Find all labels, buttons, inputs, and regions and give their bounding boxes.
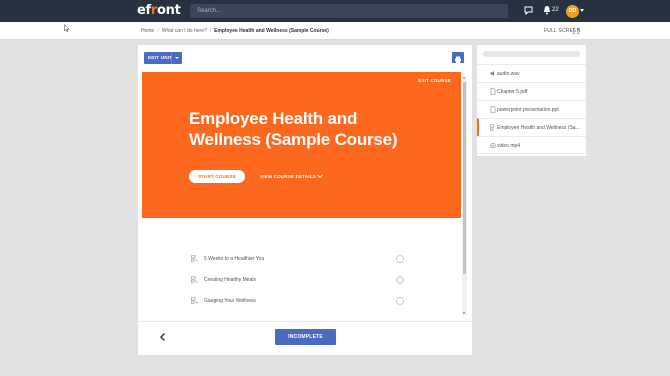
sidebar-item-audio[interactable]: audio.wav	[477, 64, 586, 82]
sidebar-item-label: Employee Health and Wellness (Sa...	[497, 125, 580, 131]
sidebar-item-video[interactable]: video.mp4	[477, 136, 586, 154]
unit-icon	[191, 255, 198, 262]
logo-text-part: ef	[137, 3, 151, 18]
breadcrumb-bar: Home / What can I do here? / Employee Health…	[0, 22, 670, 40]
incomplete-button[interactable]: INCOMPLETE	[275, 329, 336, 345]
file-icon	[490, 88, 496, 95]
scroll-down-arrow-icon[interactable]	[463, 312, 465, 314]
efront-logo[interactable]: efront	[137, 3, 181, 18]
footer-divider	[138, 321, 472, 322]
unit-label: Gauging Your Wellness	[204, 298, 256, 304]
course-title: Employee Health and Wellness (Sample Cou…	[189, 109, 398, 149]
unit-label: 5 Weeks to a Healthier You	[204, 256, 265, 262]
avatar[interactable]: DD	[566, 5, 579, 18]
content-scrollbar[interactable]	[462, 76, 467, 316]
video-icon	[490, 142, 496, 149]
course-icon	[490, 124, 495, 131]
audio-icon	[490, 71, 494, 76]
scrollbar-thumb[interactable]	[463, 82, 466, 274]
exit-course-link[interactable]: EXIT COURSE	[418, 78, 451, 83]
course-hero-banner: EXIT COURSE Employee Health and Wellness…	[142, 72, 461, 218]
sidebar-search-input[interactable]	[483, 51, 580, 57]
bell-icon[interactable]	[543, 5, 551, 15]
list-item[interactable]: 5 Weeks to a Healthier You	[142, 252, 461, 266]
sidebar-item-ppt[interactable]: powerpoint presentation.ppt	[477, 100, 586, 118]
sidebar-item-course-active[interactable]: Employee Health and Wellness (Sa...	[477, 118, 586, 136]
logo-text-part: ont	[157, 3, 181, 18]
search-input[interactable]: Search...	[190, 4, 508, 18]
chevron-down-icon[interactable]	[580, 9, 584, 12]
start-course-button[interactable]: START COURSE	[189, 170, 245, 183]
mouse-cursor-icon	[64, 24, 70, 32]
unit-sidebar: audio.wav Chapter 5.pdf powerpoint prese…	[477, 45, 586, 156]
fullscreen-icon[interactable]	[573, 28, 579, 34]
sidebar-item-label: video.mp4	[497, 143, 521, 149]
view-course-details-link[interactable]: VIEW COURSE DETAILS	[260, 170, 316, 183]
chevron-left-icon[interactable]	[158, 332, 168, 342]
edit-unit-dropdown-toggle[interactable]	[171, 52, 182, 64]
unit-completion-circle	[396, 297, 404, 305]
breadcrumb-separator: /	[157, 28, 159, 34]
top-navigation-bar: efront Search... 22 DD	[0, 0, 670, 22]
course-content-frame: EXIT COURSE Employee Health and Wellness…	[142, 72, 461, 317]
unit-completion-circle	[396, 255, 404, 263]
sidebar-item-label: Chapter 5.pdf	[497, 89, 528, 95]
breadcrumb-current: Employee Health and Wellness (Sample Cou…	[214, 28, 329, 34]
breadcrumb-home[interactable]: Home	[141, 28, 154, 34]
list-item[interactable]: Gauging Your Wellness	[142, 294, 461, 308]
sidebar-item-pdf[interactable]: Chapter 5.pdf	[477, 82, 586, 100]
notification-count: 22	[552, 7, 559, 13]
breadcrumb-item[interactable]: What can I do here?	[162, 28, 207, 34]
list-item[interactable]: Creating Healthy Meals	[142, 273, 461, 287]
chevron-down-icon[interactable]	[317, 174, 323, 179]
chat-icon[interactable]	[524, 6, 533, 16]
file-icon	[490, 106, 496, 113]
breadcrumb-separator: /	[209, 28, 212, 34]
sidebar-item-label: audio.wav	[497, 71, 520, 77]
scroll-up-arrow-icon[interactable]	[463, 77, 465, 79]
print-icon	[455, 56, 461, 63]
unit-content-card: EDIT UNIT EXIT COURSE Employee Health an…	[138, 45, 472, 355]
unit-completion-circle	[396, 276, 404, 284]
print-button[interactable]	[452, 52, 464, 63]
unit-icon	[191, 276, 198, 283]
unit-label: Creating Healthy Meals	[204, 277, 256, 283]
unit-icon	[191, 297, 198, 304]
breadcrumb: Home / What can I do here? / Employee Health…	[141, 22, 329, 40]
sidebar-item-label: powerpoint presentation.ppt	[497, 107, 559, 113]
